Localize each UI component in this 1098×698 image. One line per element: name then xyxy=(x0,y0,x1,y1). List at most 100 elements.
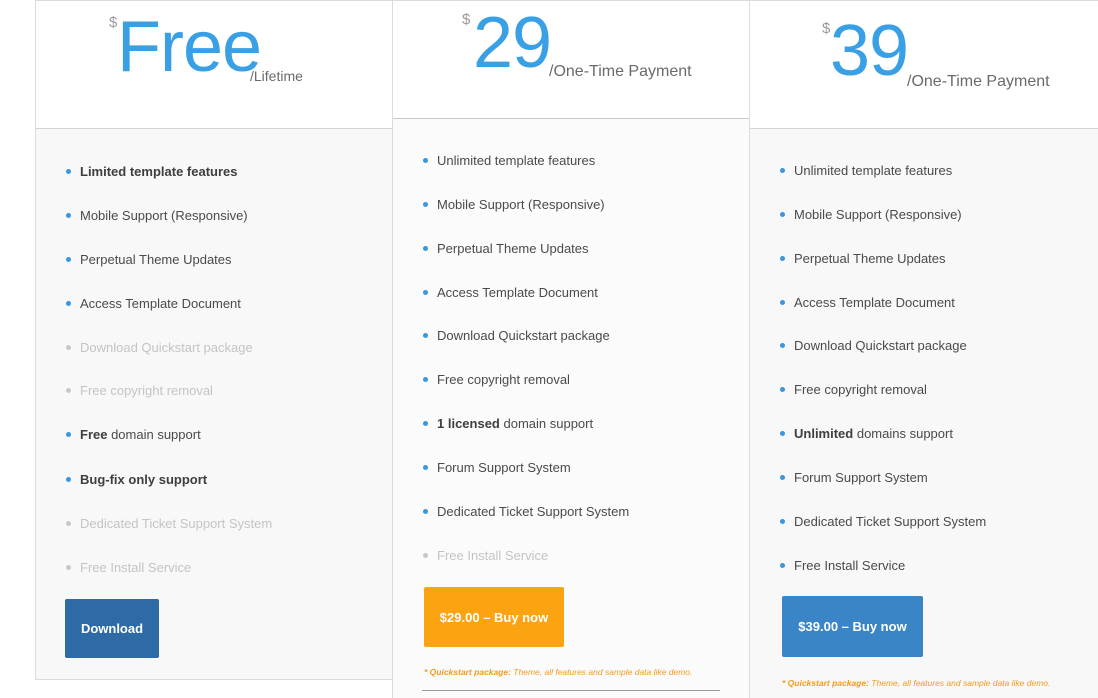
feature-item: Unlimited template features xyxy=(780,160,952,180)
feature-item: Dedicated Ticket Support System xyxy=(66,513,272,533)
bullet-icon xyxy=(423,552,428,558)
feature-text: Unlimited template features xyxy=(794,162,953,178)
bullet-icon xyxy=(66,344,71,350)
feature-text: Free Install Service xyxy=(794,557,906,573)
feature-emphasis: 1 licensed xyxy=(437,415,500,431)
feature-item: Free Install Service xyxy=(66,557,191,577)
feature-text: Download Quickstart package xyxy=(794,337,967,353)
plan-price: 29 xyxy=(473,3,552,83)
feature-item: Download Quickstart package xyxy=(780,335,967,355)
plan-29-column: $ 29 /One-Time Payment Unlimited templat… xyxy=(392,0,750,698)
feature-text: Free copyright removal xyxy=(794,381,927,397)
feature-text: Download Quickstart package xyxy=(80,339,253,355)
feature-text: Free Install Service xyxy=(437,547,549,563)
bullet-icon xyxy=(66,476,71,482)
bullet-icon xyxy=(66,256,71,262)
plan-39-column: $ 39 /One-Time Payment Unlimited templat… xyxy=(749,0,1098,698)
feature-item: Perpetual Theme Updates xyxy=(423,238,589,258)
feature-text: Mobile Support (Responsive) xyxy=(80,207,248,223)
feature-text: Unlimited template features xyxy=(437,152,596,168)
bullet-icon xyxy=(780,562,785,568)
feature-item: Free copyright removal xyxy=(780,379,927,399)
bullet-icon xyxy=(780,430,785,436)
bullet-icon xyxy=(780,386,785,392)
feature-text: Free copyright removal xyxy=(437,371,570,387)
feature-text: Forum Support System xyxy=(794,469,928,485)
feature-item: Forum Support System xyxy=(780,467,928,487)
feature-item: Perpetual Theme Updates xyxy=(780,248,946,268)
feature-emphasis: Bug-fix only support xyxy=(80,471,208,487)
feature-item: Mobile Support (Responsive) xyxy=(423,194,605,214)
plan-free-column: $ Free /Lifetime Limited template featur… xyxy=(35,0,393,680)
feature-text: Perpetual Theme Updates xyxy=(437,240,589,256)
feature-item: Dedicated Ticket Support System xyxy=(423,501,629,521)
feature-item: 1 licensed domain support xyxy=(423,413,593,433)
feature-text: Access Template Document xyxy=(794,294,955,310)
bullet-icon xyxy=(423,508,428,514)
bullet-icon xyxy=(66,168,71,174)
feature-item: Access Template Document xyxy=(780,292,955,312)
feature-text: Mobile Support (Responsive) xyxy=(794,206,962,222)
feature-item: Free Install Service xyxy=(780,555,905,575)
plan-price: Free xyxy=(117,7,262,87)
plan-price: 39 xyxy=(830,11,909,91)
bullet-icon xyxy=(66,300,71,306)
feature-item: Bug-fix only support xyxy=(66,469,207,489)
quickstart-note: * Quickstart package: Theme, all feature… xyxy=(424,667,693,677)
feature-text: domain support xyxy=(499,415,594,431)
feature-item: Free Install Service xyxy=(423,545,548,565)
bullet-icon xyxy=(66,431,71,437)
feature-emphasis: Unlimited xyxy=(794,425,854,441)
feature-text: Download Quickstart package xyxy=(437,327,610,343)
feature-text: Access Template Document xyxy=(437,284,598,300)
feature-text: Free copyright removal xyxy=(80,382,213,398)
plan-period: /One-Time Payment xyxy=(907,73,1050,90)
bullet-icon xyxy=(66,520,71,526)
plan-29-header: $ 29 /One-Time Payment xyxy=(393,1,749,119)
bullet-icon xyxy=(423,464,428,470)
bullet-icon xyxy=(66,212,71,218)
buy-39-button[interactable]: $39.00 – Buy now xyxy=(782,596,923,657)
feature-text: Access Template Document xyxy=(80,295,241,311)
plan-free-header: $ Free /Lifetime xyxy=(36,1,393,129)
feature-text: Perpetual Theme Updates xyxy=(80,251,232,267)
bullet-icon xyxy=(780,167,785,173)
bullet-icon xyxy=(780,342,785,348)
bullet-icon xyxy=(423,289,428,295)
bullet-icon xyxy=(780,518,785,524)
feature-item: Free copyright removal xyxy=(66,380,213,400)
feature-item: Forum Support System xyxy=(423,457,571,477)
bullet-icon xyxy=(423,245,428,251)
bullet-icon xyxy=(423,332,428,338)
feature-item: Perpetual Theme Updates xyxy=(66,249,232,269)
divider xyxy=(422,690,720,691)
feature-text: Dedicated Ticket Support System xyxy=(437,503,630,519)
bullet-icon xyxy=(780,255,785,261)
bullet-icon xyxy=(423,376,428,382)
quickstart-note: * Quickstart package: Theme, all feature… xyxy=(782,678,1051,688)
feature-item: Mobile Support (Responsive) xyxy=(780,204,962,224)
bullet-icon xyxy=(423,420,428,426)
bullet-icon xyxy=(66,564,71,570)
feature-text: Dedicated Ticket Support System xyxy=(794,513,987,529)
bullet-icon xyxy=(66,387,71,393)
plan-period: /One-Time Payment xyxy=(549,63,692,80)
bullet-icon xyxy=(423,201,428,207)
feature-item: Access Template Document xyxy=(66,293,241,313)
plan-39-header: $ 39 /One-Time Payment xyxy=(750,1,1098,129)
feature-item: Unlimited template features xyxy=(423,150,595,170)
feature-item: Download Quickstart package xyxy=(423,325,610,345)
download-button[interactable]: Download xyxy=(65,599,159,658)
bullet-icon xyxy=(780,211,785,217)
feature-text: domain support xyxy=(107,426,201,442)
plan-period: /Lifetime xyxy=(250,68,303,84)
feature-text: Forum Support System xyxy=(437,459,571,475)
bullet-icon xyxy=(780,299,785,305)
feature-item: Access Template Document xyxy=(423,282,598,302)
feature-text: Free Install Service xyxy=(80,559,192,575)
bullet-icon xyxy=(423,157,428,163)
feature-item: Dedicated Ticket Support System xyxy=(780,511,986,531)
feature-text: Dedicated Ticket Support System xyxy=(80,515,273,531)
feature-item: Mobile Support (Responsive) xyxy=(66,205,248,225)
buy-29-button[interactable]: $29.00 – Buy now xyxy=(424,587,564,647)
